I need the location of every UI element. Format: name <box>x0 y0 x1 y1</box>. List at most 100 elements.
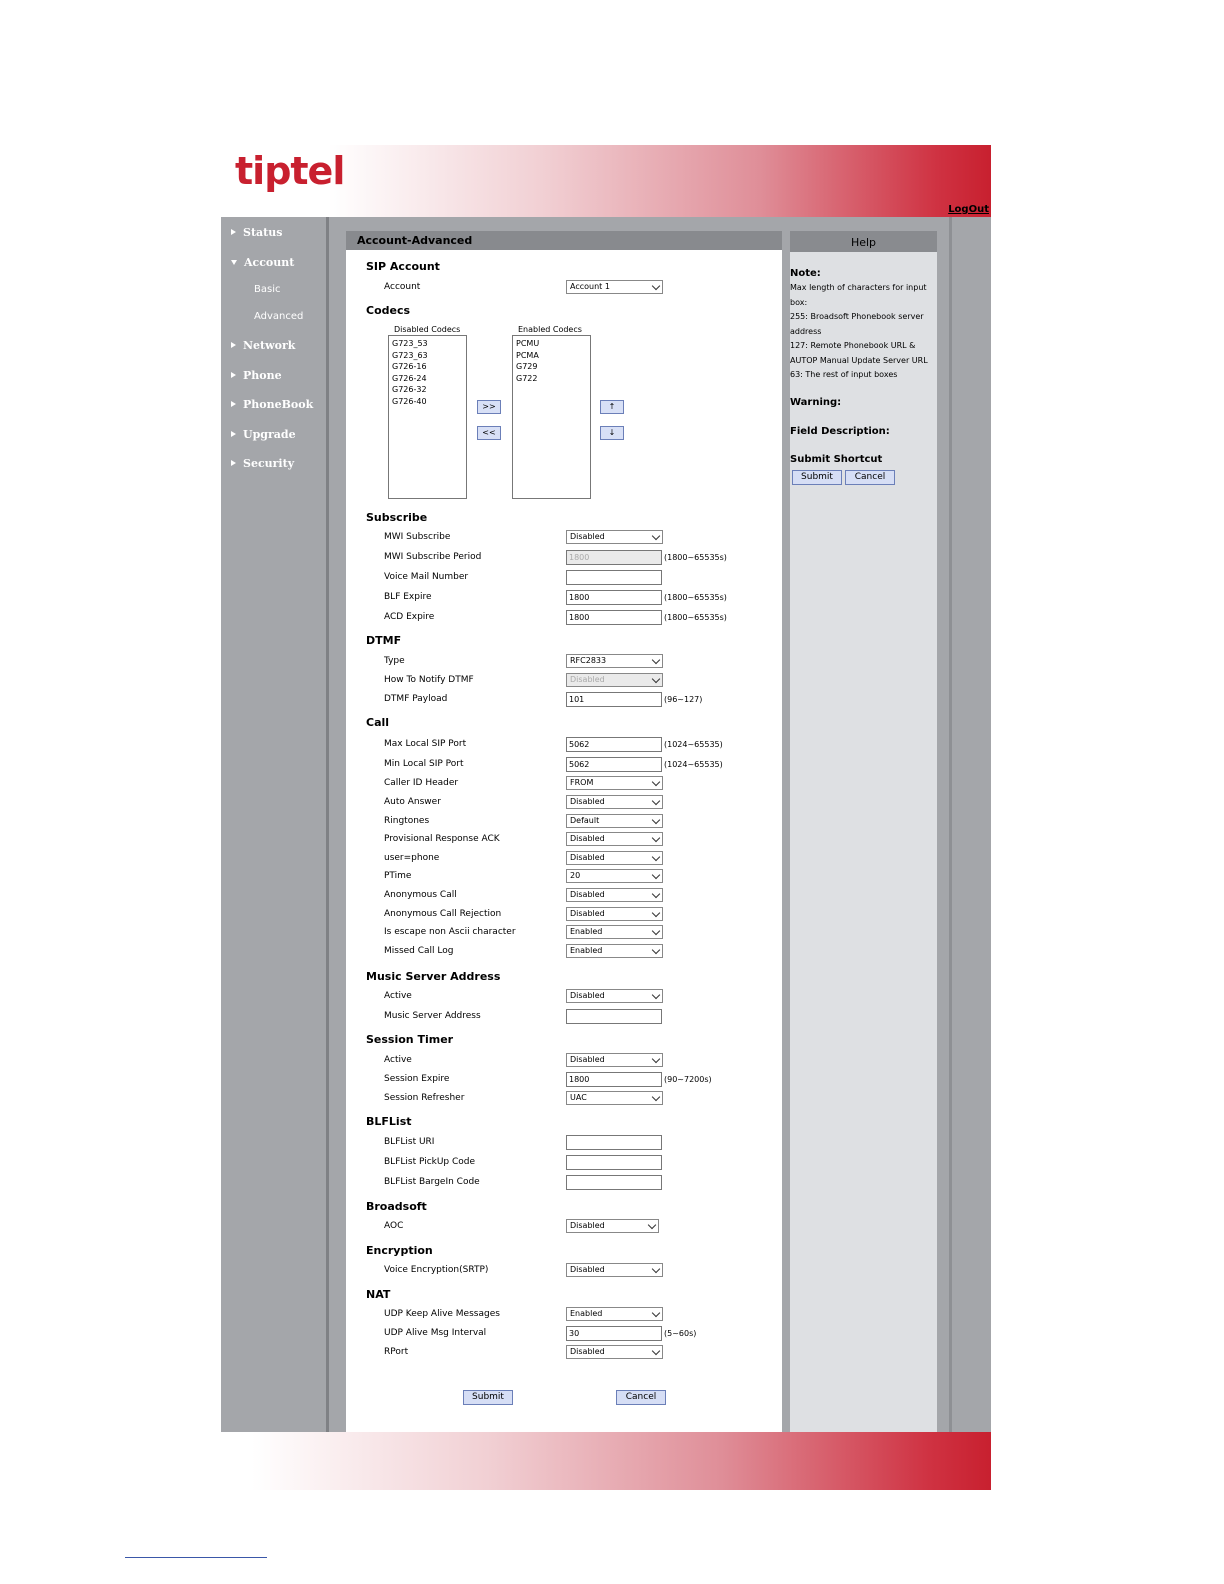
music-address-field[interactable] <box>566 1009 662 1024</box>
chevron-down-icon <box>651 1308 661 1318</box>
sidebar-item-status[interactable]: Status <box>231 226 282 239</box>
music-active-select[interactable]: Disabled <box>566 989 663 1003</box>
move-down-button[interactable]: ↓ <box>600 426 624 440</box>
dtmf-type-select[interactable]: RFC2833 <box>566 654 663 668</box>
blf-expire-range: (1800~65535s) <box>664 593 727 602</box>
chevron-down-icon <box>651 1346 661 1356</box>
dtmf-payload-field[interactable]: 101 <box>566 692 662 707</box>
keepalive-label: UDP Keep Alive Messages <box>384 1309 500 1319</box>
codec-item[interactable]: G722 <box>516 373 587 385</box>
move-up-button[interactable]: ↑ <box>600 400 624 414</box>
auto-answer-label: Auto Answer <box>384 797 441 807</box>
sidebar-item-network[interactable]: Network <box>231 339 295 352</box>
sidebar-item-security[interactable]: Security <box>231 457 294 470</box>
section-blflist: BLFList <box>366 1115 412 1128</box>
codec-item[interactable]: G723_53 <box>392 338 463 350</box>
section-encryption: Encryption <box>366 1244 433 1257</box>
sidebar-item-label: Phone <box>243 369 282 382</box>
content-panel: Account-Advanced SIP Account Account Acc… <box>346 231 782 1432</box>
codec-item[interactable]: G723_63 <box>392 350 463 362</box>
codec-item[interactable]: G726-16 <box>392 361 463 373</box>
caller-id-select[interactable]: FROM <box>566 776 663 790</box>
account-select[interactable]: Account 1 <box>566 280 663 294</box>
help-title: Help <box>790 231 937 252</box>
escape-select[interactable]: Enabled <box>566 925 663 939</box>
chevron-down-icon <box>651 870 661 880</box>
cancel-button[interactable]: Cancel <box>616 1390 666 1405</box>
dtmf-notify-label: How To Notify DTMF <box>384 675 474 685</box>
shortcut-cancel-button[interactable]: Cancel <box>845 470 895 485</box>
blf-expire-field[interactable]: 1800 <box>566 590 662 605</box>
ringtones-select[interactable]: Default <box>566 814 663 828</box>
mwi-subscribe-select[interactable]: Disabled <box>566 530 663 544</box>
anon-call-label: Anonymous Call <box>384 890 457 900</box>
help-note-line: 255: Broadsoft Phonebook server <box>790 312 924 321</box>
srtp-select[interactable]: Disabled <box>566 1263 663 1277</box>
anon-call-select[interactable]: Disabled <box>566 888 663 902</box>
keepalive-select[interactable]: Enabled <box>566 1307 663 1321</box>
sidebar-item-label: Security <box>243 457 295 470</box>
codec-item[interactable]: PCMA <box>516 350 587 362</box>
anon-reject-select[interactable]: Disabled <box>566 907 663 921</box>
codec-item[interactable]: PCMU <box>516 338 587 350</box>
submit-button[interactable]: Submit <box>463 1390 513 1405</box>
codec-item[interactable]: G726-40 <box>392 396 463 408</box>
enabled-codecs-list[interactable]: PCMU PCMA G729 G722 <box>512 335 591 499</box>
missed-log-select[interactable]: Enabled <box>566 944 663 958</box>
auto-answer-select[interactable]: Disabled <box>566 795 663 809</box>
enabled-codecs-caption: Enabled Codecs <box>518 325 582 334</box>
user-phone-select[interactable]: Disabled <box>566 851 663 865</box>
shortcut-submit-button[interactable]: Submit <box>792 470 842 485</box>
min-port-label: Min Local SIP Port <box>384 759 464 769</box>
ringtones-label: Ringtones <box>384 816 430 826</box>
voice-mail-field[interactable] <box>566 570 662 585</box>
logout-link[interactable]: LogOut <box>948 204 989 215</box>
blflist-pickup-field[interactable] <box>566 1155 662 1170</box>
codec-item[interactable]: G726-24 <box>392 373 463 385</box>
sidebar-item-phonebook[interactable]: PhoneBook <box>231 398 313 411</box>
remove-codec-button[interactable]: << <box>477 426 501 440</box>
session-active-select[interactable]: Disabled <box>566 1053 663 1067</box>
tiptel-logo: tiptel <box>235 149 345 193</box>
disabled-codecs-list[interactable]: G723_53 G723_63 G726-16 G726-24 G726-32 … <box>388 335 467 499</box>
section-call: Call <box>366 716 390 729</box>
min-port-field[interactable]: 5062 <box>566 757 662 772</box>
sidebar-subitem-advanced[interactable]: Advanced <box>254 311 303 322</box>
acd-expire-field[interactable]: 1800 <box>566 610 662 625</box>
blflist-bargein-field[interactable] <box>566 1175 662 1190</box>
triangle-right-icon <box>231 431 236 437</box>
keepalive-interval-range: (5~60s) <box>664 1329 697 1338</box>
session-refresher-select[interactable]: UAC <box>566 1091 663 1105</box>
sidebar-subitem-basic[interactable]: Basic <box>254 284 280 295</box>
max-port-field[interactable]: 5062 <box>566 737 662 752</box>
chevron-down-icon <box>651 990 661 1000</box>
help-note-line: AUTOP Manual Update Server URL <box>790 356 928 365</box>
disabled-codecs-caption: Disabled Codecs <box>394 325 461 334</box>
mwi-subscribe-label: MWI Subscribe <box>384 532 451 542</box>
submit-shortcut-heading: Submit Shortcut <box>790 454 883 465</box>
sidebar-item-upgrade[interactable]: Upgrade <box>231 428 296 441</box>
escape-label: Is escape non Ascii character <box>384 927 516 937</box>
help-note-line: Max length of characters for input <box>790 283 927 292</box>
chevron-down-icon <box>651 281 661 291</box>
add-codec-button[interactable]: >> <box>477 400 501 414</box>
voice-mail-label: Voice Mail Number <box>384 572 469 582</box>
codec-item[interactable]: G729 <box>516 361 587 373</box>
page-title: Account-Advanced <box>346 231 782 250</box>
codec-item[interactable]: G726-32 <box>392 384 463 396</box>
sidebar-item-account[interactable]: Account <box>231 256 294 269</box>
user-phone-label: user=phone <box>384 853 440 863</box>
blflist-uri-field[interactable] <box>566 1135 662 1150</box>
rport-select[interactable]: Disabled <box>566 1345 663 1359</box>
aoc-select[interactable]: Disabled <box>566 1219 659 1233</box>
keepalive-interval-field[interactable]: 30 <box>566 1326 662 1341</box>
chevron-down-icon <box>651 833 661 843</box>
account-label: Account <box>384 282 421 292</box>
session-expire-field[interactable]: 1800 <box>566 1072 662 1087</box>
chevron-down-icon <box>651 796 661 806</box>
prov-ack-select[interactable]: Disabled <box>566 832 663 846</box>
sidebar-item-phone[interactable]: Phone <box>231 369 282 382</box>
rport-label: RPort <box>384 1347 409 1357</box>
dtmf-notify-select: Disabled <box>566 673 663 687</box>
ptime-select[interactable]: 20 <box>566 869 663 883</box>
